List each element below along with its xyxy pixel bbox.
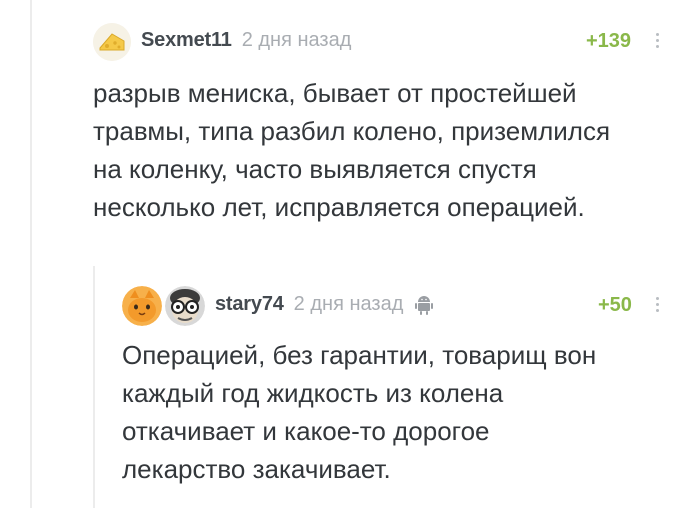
rating: +139 — [586, 30, 632, 52]
orange-cat-avatar-icon[interactable] — [122, 286, 162, 326]
old-man-glasses-avatar-icon[interactable] — [165, 286, 205, 326]
comment-line: Операцией, без гарантии, товарищ вон — [122, 340, 597, 370]
more-options-icon[interactable] — [656, 33, 660, 51]
comment-line: несколько лет, исправляется операцией. — [93, 192, 585, 222]
more-options-icon[interactable] — [656, 297, 660, 315]
comment-line: каждый год жидкость из колена — [122, 378, 504, 408]
comment-reply: stary74 2 дня назад +50 Операцией, без г… — [0, 266, 700, 508]
comment: Sexmet11 2 дня назад +139 разрыв мениска… — [0, 0, 700, 260]
cheese-avatar-icon[interactable] — [93, 23, 131, 61]
comment-line: травмы, типа разбил колено, приземлился — [93, 116, 611, 146]
timestamp[interactable]: 2 дня назад — [242, 29, 352, 52]
comment-text: Операцией, без гарантии, товарищ вон каж… — [122, 336, 596, 488]
rating: +50 — [598, 294, 632, 316]
comment-line: разрыв мениска, бывает от простейшей — [93, 78, 577, 108]
comment-text: разрыв мениска, бывает от простейшей тра… — [93, 74, 610, 226]
timestamp[interactable]: 2 дня назад — [294, 293, 404, 316]
username[interactable]: Sexmet11 — [141, 29, 232, 52]
username[interactable]: stary74 — [215, 293, 284, 316]
comment-line: на коленку, часто выявляется спустя — [93, 154, 537, 184]
android-icon — [415, 294, 434, 316]
comment-line: лекарство закачивает. — [122, 454, 391, 484]
comment-line: откачивает и какое-то дорогое — [122, 416, 490, 446]
